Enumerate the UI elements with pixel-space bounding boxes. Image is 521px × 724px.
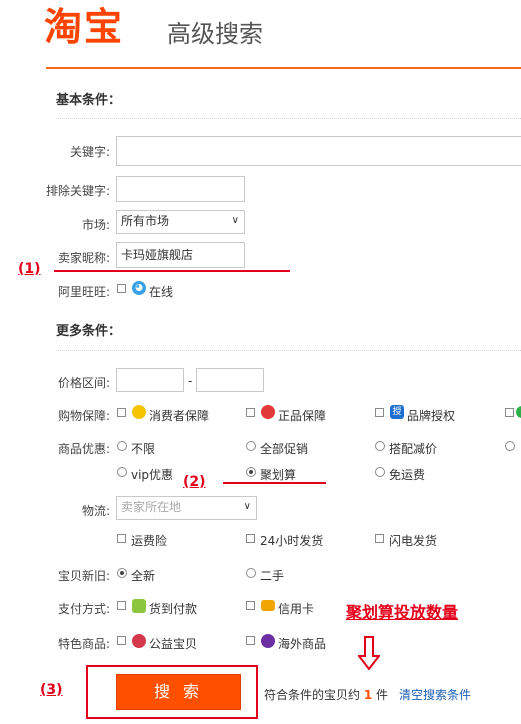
guarantee-option: 正品保障	[278, 409, 327, 423]
guarantee-option: 品牌授权	[407, 409, 456, 423]
price-min-input[interactable]	[116, 368, 184, 392]
condition-option: 全新	[131, 569, 156, 583]
discount-radio[interactable]	[505, 441, 515, 451]
condition-used-radio[interactable]	[246, 568, 256, 578]
taobao-logo[interactable]: 淘宝	[44, 4, 124, 50]
logistics-label: 物流:	[81, 504, 110, 518]
chevron-down-icon: ∨	[243, 501, 251, 512]
keyword-label: 关键字:	[69, 145, 110, 159]
annotation-underline-1	[54, 270, 290, 272]
market-select[interactable]: 所有市场 ∨	[116, 210, 245, 234]
charity-icon	[132, 634, 146, 648]
search-button[interactable]: 搜 索	[116, 674, 241, 710]
annotation-mark-2: (2)	[183, 474, 206, 490]
arrow-down-icon	[358, 636, 380, 670]
wangwang-label: 阿里旺旺:	[57, 285, 110, 299]
discount-option: 聚划算	[260, 468, 297, 482]
exclude-keyword-input[interactable]	[116, 176, 245, 202]
logistics-checkbox[interactable]	[246, 534, 255, 543]
annotation-mark-1: (1)	[18, 261, 41, 277]
guarantee-checkbox[interactable]	[246, 408, 255, 417]
special-checkbox[interactable]	[246, 636, 255, 645]
annotation-note: 聚划算投放数量	[346, 603, 459, 622]
item-condition-label: 宝贝新旧:	[57, 569, 110, 583]
clear-conditions-link[interactable]: 清空搜索条件	[399, 686, 471, 703]
price-range-label: 价格区间:	[57, 376, 110, 390]
logistics-location-select[interactable]: 卖家所在地 ∨	[116, 496, 257, 520]
logistics-option: 24小时发货	[260, 534, 324, 548]
logistics-checkbox[interactable]	[375, 534, 384, 543]
seller-nick-value: 卡玛娅旗舰店	[121, 248, 194, 262]
price-dash: -	[188, 374, 193, 388]
special-items-label: 特色商品:	[57, 637, 110, 651]
juhuasuan-radio[interactable]	[246, 467, 256, 477]
result-prefix: 符合条件的宝贝约	[264, 688, 361, 702]
price-max-input[interactable]	[196, 368, 264, 392]
payment-option: 信用卡	[278, 602, 315, 616]
wangwang-icon: ◕	[132, 281, 146, 295]
discount-option: vip优惠	[131, 468, 174, 482]
discount-radio[interactable]	[117, 441, 127, 451]
result-count: 1	[363, 688, 373, 702]
special-checkbox[interactable]	[117, 636, 126, 645]
payment-label: 支付方式:	[57, 602, 110, 616]
online-label: 在线	[149, 285, 174, 299]
discount-radio[interactable]	[375, 441, 385, 451]
section-divider	[56, 350, 521, 351]
guarantee-checkbox[interactable]	[375, 408, 384, 417]
seller-nick-input[interactable]: 卡玛娅旗舰店	[116, 242, 245, 268]
condition-new-radio[interactable]	[117, 568, 127, 578]
brand-authorization-icon: 授	[390, 405, 404, 419]
market-select-value: 所有市场	[121, 214, 170, 228]
payment-option: 货到付款	[149, 602, 198, 616]
consumer-protection-icon	[132, 405, 146, 419]
discount-option: 不限	[131, 442, 156, 456]
logistics-option: 闪电发货	[389, 534, 438, 548]
discount-label: 商品优惠:	[57, 442, 110, 456]
more-section-title: 更多条件：	[56, 324, 122, 339]
logistics-checkbox[interactable]	[117, 534, 126, 543]
page-title: 高级搜索	[167, 20, 263, 48]
payment-checkbox[interactable]	[117, 601, 126, 610]
guarantee-option: 消费者保障	[149, 409, 210, 423]
payment-checkbox[interactable]	[246, 601, 255, 610]
discount-radio[interactable]	[246, 441, 256, 451]
logistics-option: 运费险	[131, 534, 168, 548]
result-count-text: 符合条件的宝贝约 1 件	[264, 686, 388, 703]
discount-option: 全部促销	[260, 442, 309, 456]
annotation-mark-3: (3)	[40, 682, 63, 698]
logistics-select-placeholder: 卖家所在地	[121, 500, 182, 514]
online-checkbox[interactable]	[117, 284, 126, 293]
overseas-icon	[261, 634, 275, 648]
cash-on-delivery-icon	[132, 599, 146, 613]
annotation-underline-2	[223, 482, 326, 484]
result-suffix: 件	[376, 688, 389, 702]
market-label: 市场:	[81, 218, 110, 232]
discount-option: 搭配减价	[389, 442, 438, 456]
special-option: 公益宝贝	[149, 637, 198, 651]
basic-section-title: 基本条件：	[56, 93, 122, 108]
genuine-guarantee-icon	[261, 405, 275, 419]
discount-radio[interactable]	[375, 467, 385, 477]
header-divider	[46, 67, 521, 69]
special-option: 海外商品	[278, 637, 327, 651]
guarantee-icon	[516, 406, 521, 418]
guarantee-checkbox[interactable]	[117, 408, 126, 417]
discount-radio[interactable]	[117, 467, 127, 477]
guarantee-checkbox[interactable]	[505, 408, 514, 417]
keyword-input[interactable]	[116, 136, 521, 166]
condition-option: 二手	[260, 569, 285, 583]
credit-card-icon	[261, 600, 275, 611]
discount-option: 免运费	[389, 468, 426, 482]
guarantee-label: 购物保障:	[57, 409, 110, 423]
chevron-down-icon: ∨	[231, 215, 239, 226]
exclude-keyword-label: 排除关键字:	[45, 184, 110, 198]
section-divider	[56, 118, 521, 119]
